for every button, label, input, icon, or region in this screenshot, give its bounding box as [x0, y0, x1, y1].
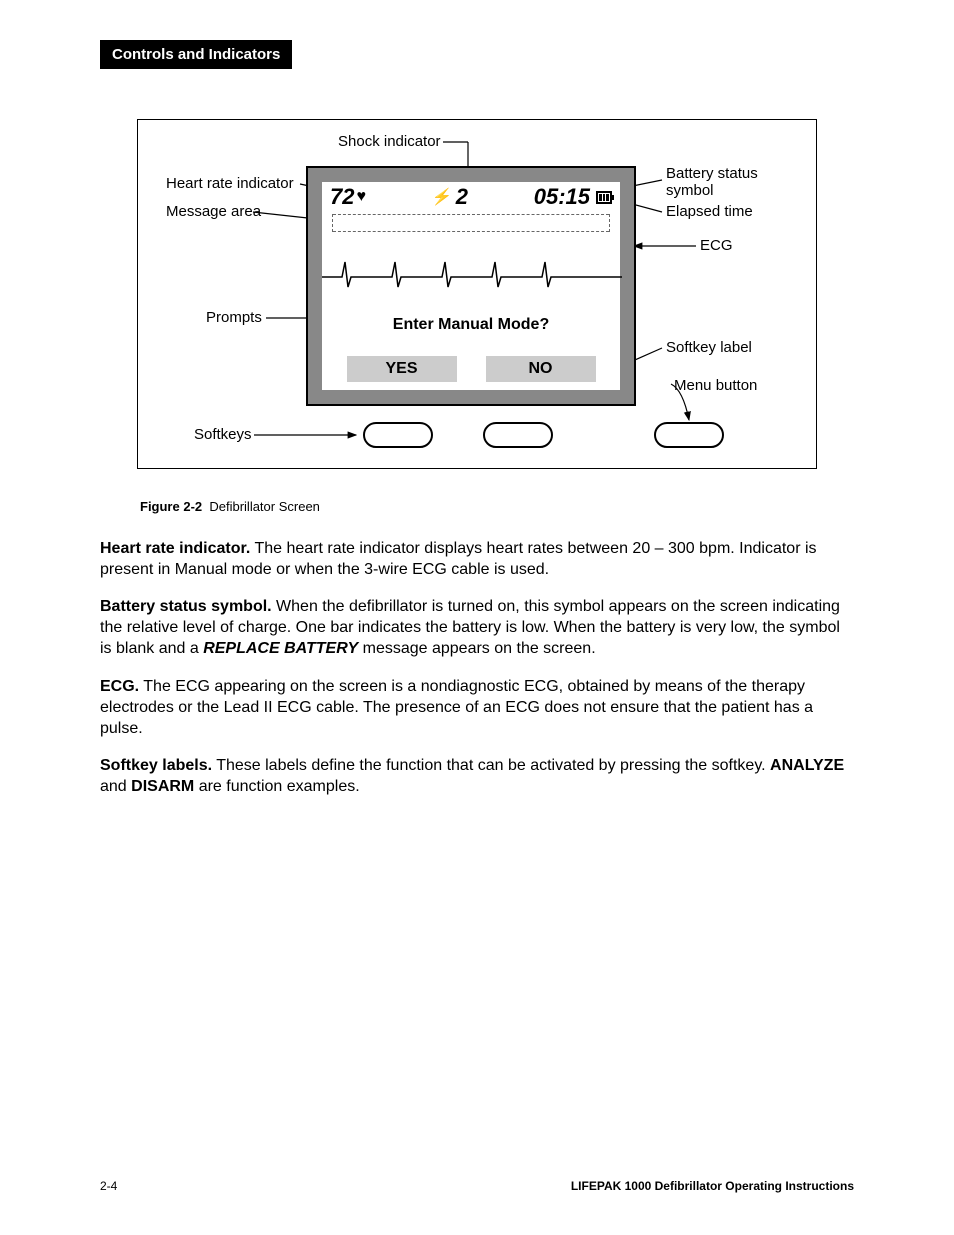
softkey-button-1[interactable] [363, 422, 433, 448]
para-battery-status: Battery status symbol. When the defibril… [100, 596, 854, 659]
para-softkey-labels: Softkey labels. These labels define the … [100, 755, 854, 797]
bolt-icon: ⚡ [430, 187, 453, 207]
label-ecg: ECG [700, 238, 733, 255]
heart-rate-value: 72 ♥ [330, 184, 366, 210]
label-battery-status: Battery status symbol [666, 166, 786, 199]
softkey-button-2[interactable] [483, 422, 553, 448]
label-heart-rate: Heart rate indicator [166, 176, 294, 193]
para-ecg: ECG. The ECG appearing on the screen is … [100, 676, 854, 739]
softkey-label-no: NO [486, 356, 596, 382]
elapsed-time-value: 05:15 [534, 184, 612, 210]
figure-diagram: Heart rate indicator Message area Shock … [137, 119, 817, 469]
device-screen: 72 ♥ ⚡ 2 05:15 [306, 166, 636, 406]
prompt-text: Enter Manual Mode? [322, 316, 620, 334]
page-footer: 2-4 LIFEPAK 1000 Defibrillator Operating… [100, 1179, 854, 1193]
message-area-box [332, 214, 610, 232]
label-message-area: Message area [166, 204, 261, 221]
ecg-waveform [322, 252, 622, 292]
label-softkey-label: Softkey label [666, 340, 752, 357]
para-heart-rate: Heart rate indicator. The heart rate ind… [100, 538, 854, 580]
label-menu-button: Menu button [674, 378, 757, 395]
label-shock-indicator: Shock indicator [338, 134, 441, 151]
label-softkeys: Softkeys [194, 427, 252, 444]
figure-caption: Figure 2-2 Defibrillator Screen [140, 499, 854, 514]
battery-icon [596, 191, 612, 204]
doc-title: LIFEPAK 1000 Defibrillator Operating Ins… [571, 1179, 854, 1193]
label-prompts: Prompts [206, 310, 262, 327]
softkey-label-yes: YES [347, 356, 457, 382]
page-number: 2-4 [100, 1179, 117, 1193]
label-elapsed-time: Elapsed time [666, 204, 753, 221]
shock-count: ⚡ 2 [370, 184, 530, 210]
lcd-status-row: 72 ♥ ⚡ 2 05:15 [330, 184, 612, 210]
heart-icon: ♥ [356, 188, 366, 206]
menu-button[interactable] [654, 422, 724, 448]
section-header: Controls and Indicators [100, 40, 292, 69]
